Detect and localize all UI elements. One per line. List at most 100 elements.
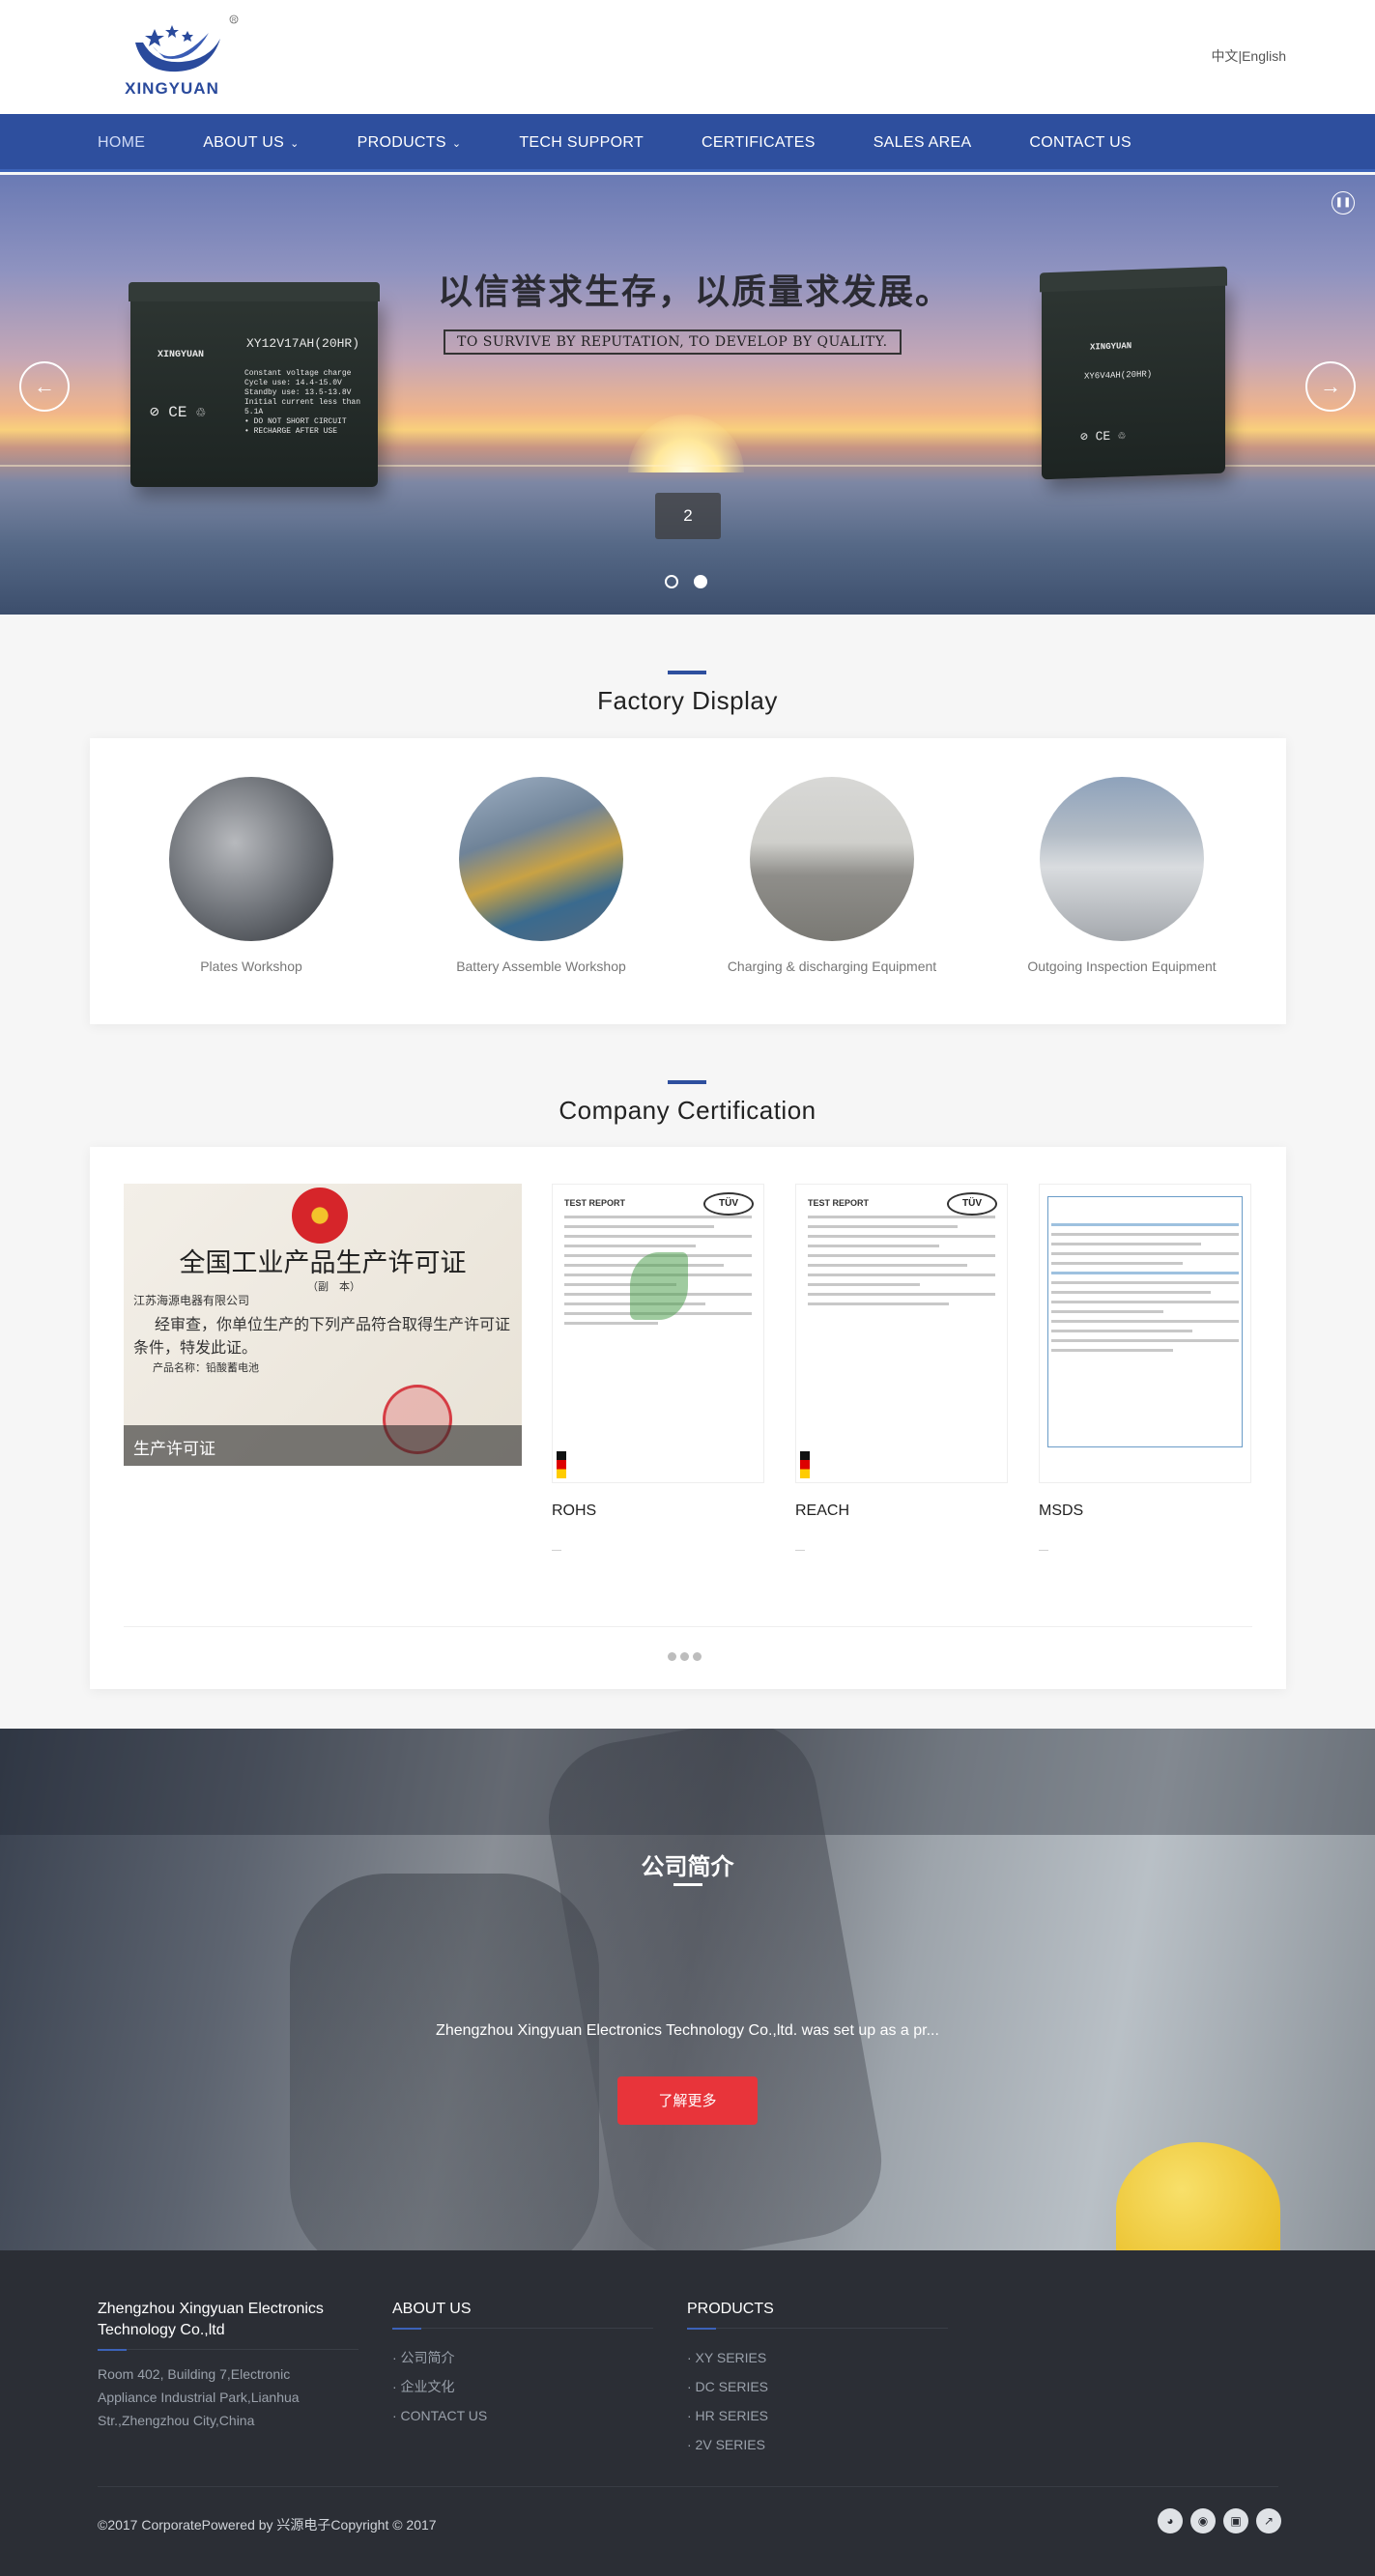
pagination-dot[interactable]: [680, 1652, 689, 1661]
nav-item-products[interactable]: PRODUCTS ⌄: [358, 134, 462, 152]
lang-chinese[interactable]: 中文: [1211, 48, 1238, 64]
battery-model: XY12V17AH(20HR): [246, 336, 360, 351]
qq-icon[interactable]: ◕: [1158, 2508, 1183, 2533]
footer-company-column: Zhengzhou Xingyuan Electronics Technolog…: [98, 2299, 358, 2432]
arrow-right-icon[interactable]: →: [1305, 361, 1356, 412]
factory-photo: [459, 777, 623, 941]
sunset-image: [628, 415, 744, 472]
factory-item[interactable]: Plates Workshop: [126, 777, 377, 974]
weibo-icon[interactable]: ◉: [1190, 2508, 1216, 2533]
banner-slogan: 以信誉求生存，以质量求发展。: [438, 272, 953, 312]
battery-brand: XINGYUAN: [158, 350, 205, 360]
battery-spec-line: Standby use: 13.5-13.8V: [244, 388, 352, 397]
nav-item-certificates[interactable]: CERTIFICATES: [702, 134, 816, 152]
doc-heading: TEST REPORT: [564, 1198, 626, 1208]
certification-card: 全国工业产品生产许可证 （副 本） 江苏海源电器有限公司 经审查，你单位生产的下…: [90, 1147, 1286, 1689]
leaf-icon: [630, 1252, 688, 1320]
footer-divider: [98, 2486, 1278, 2487]
certificate-line: 条件，特发此证。: [133, 1338, 258, 1357]
certificate-thumbnail-reach[interactable]: TÜV TEST REPORT: [795, 1184, 1008, 1483]
certificate-thumbnail-msds[interactable]: [1039, 1184, 1251, 1483]
battery-brand: XINGYUAN: [1090, 341, 1132, 353]
battery-spec-line: Cycle use: 14.4-15.0V: [244, 379, 342, 387]
about-summary: Zhengzhou Xingyuan Electronics Technolog…: [436, 2022, 939, 2039]
nav-item-sales-area[interactable]: SALES AREA: [874, 134, 972, 152]
pause-icon[interactable]: ❚❚: [1332, 191, 1355, 215]
factory-item[interactable]: Battery Assemble Workshop: [415, 777, 667, 974]
doc-text-lines: [808, 1216, 995, 1312]
about-title: 公司简介: [641, 1853, 734, 1880]
footer-link[interactable]: · DC SERIES: [687, 2372, 774, 2401]
main-nav: HOME ABOUT US ⌄ PRODUCTS ⌄ TECH SUPPORT CE…: [0, 114, 1375, 172]
tuv-logo-icon: TÜV: [947, 1192, 997, 1216]
social-links: ◕ ◉ ▣ ↗: [1158, 2508, 1289, 2533]
ce-mark-icon: ⊘ CE ♲: [1080, 428, 1126, 444]
certificate-line: 产品名称：铅酸蓄电池: [153, 1361, 259, 1374]
language-switcher: 中文|English: [1211, 46, 1286, 66]
footer-link[interactable]: · 公司简介: [392, 2343, 487, 2372]
featured-certificate[interactable]: 全国工业产品生产许可证 （副 本） 江苏海源电器有限公司 经审查，你单位生产的下…: [124, 1184, 522, 1466]
nav-item-tech-support[interactable]: TECH SUPPORT: [519, 134, 644, 152]
footer-link[interactable]: · 2V SERIES: [687, 2430, 774, 2459]
certificate-name[interactable]: REACH: [795, 1503, 849, 1520]
footer-link[interactable]: · HR SERIES: [687, 2401, 774, 2430]
nav-label: ABOUT US: [203, 134, 285, 151]
certificate-name[interactable]: ROHS: [552, 1503, 596, 1520]
pagination-dot[interactable]: [693, 1652, 702, 1661]
certificate-pagination: [668, 1652, 705, 1661]
svg-text:R: R: [232, 18, 237, 24]
certificate-name[interactable]: MSDS: [1039, 1503, 1083, 1520]
hero-banner: XINGYUAN XY12V17AH(20HR) ⊘ CE ♲ Constant…: [0, 175, 1375, 615]
factory-item[interactable]: Outgoing Inspection Equipment: [996, 777, 1247, 974]
factory-caption: Battery Assemble Workshop: [456, 959, 626, 974]
national-emblem-icon: [292, 1188, 348, 1244]
german-flag-icon: [800, 1451, 810, 1478]
nav-label: HOME: [98, 134, 146, 151]
factory-item[interactable]: Charging & discharging Equipment: [706, 777, 958, 974]
nav-label: TECH SUPPORT: [519, 134, 645, 151]
learn-more-button[interactable]: 了解更多: [617, 2076, 758, 2125]
nav-item-contact-us[interactable]: CONTACT US: [1029, 134, 1132, 152]
section-title-factory: Factory Display: [597, 686, 778, 715]
logo[interactable]: R XINGYUAN: [114, 14, 242, 102]
carousel-dot[interactable]: [665, 575, 678, 588]
arrow-left-icon[interactable]: ←: [19, 361, 70, 412]
slide-number: 2: [655, 493, 721, 539]
section-accent-bar: [668, 1080, 706, 1084]
nav-label: CERTIFICATES: [702, 134, 816, 151]
certificate-caption: 生产许可证: [124, 1425, 522, 1466]
doc-text-lines: [1051, 1223, 1239, 1359]
certificate-line: 经审查，你单位生产的下列产品符合取得生产许可证: [155, 1315, 511, 1333]
lang-english[interactable]: English: [1242, 48, 1286, 64]
battery-lid: [129, 282, 380, 301]
factory-caption: Plates Workshop: [200, 959, 302, 974]
footer-link[interactable]: · 企业文化: [392, 2372, 487, 2401]
battery-spec-line: • RECHARGE AFTER USE: [244, 427, 338, 436]
renren-icon[interactable]: ▣: [1223, 2508, 1248, 2533]
copyright: ©2017 CorporatePowered by 兴源电子Copyright …: [98, 2517, 437, 2533]
section-accent-bar: [668, 671, 706, 674]
factory-caption: Charging & discharging Equipment: [727, 959, 937, 974]
footer-about-column: ABOUT US · 公司简介 · 企业文化 · CONTACT US: [392, 2299, 653, 2430]
certificate-line: 江苏海源电器有限公司: [133, 1294, 250, 1307]
carousel-dot-active[interactable]: [694, 575, 707, 588]
battery-model: XY6V4AH(20HR): [1084, 369, 1153, 382]
certificate-thumbnail-rohs[interactable]: TÜV TEST REPORT: [552, 1184, 764, 1483]
share-icon[interactable]: ↗: [1256, 2508, 1281, 2533]
pagination-dot[interactable]: [668, 1652, 676, 1661]
footer-heading-products: PRODUCTS: [687, 2301, 774, 2317]
section-title-certification: Company Certification: [559, 1096, 816, 1125]
factory-photo: [1040, 777, 1204, 941]
doc-heading: TEST REPORT: [808, 1198, 870, 1208]
battery-spec-line: • DO NOT SHORT CIRCUIT: [244, 417, 347, 426]
factory-photo: [750, 777, 914, 941]
ce-mark-icon: ⊘ CE ♲: [150, 404, 206, 421]
footer-link[interactable]: · CONTACT US: [392, 2401, 487, 2430]
nav-label: PRODUCTS: [357, 134, 446, 151]
nav-item-home[interactable]: HOME: [98, 134, 145, 152]
footer-link[interactable]: · XY SERIES: [687, 2343, 774, 2372]
hard-hat-image: [1116, 2142, 1280, 2250]
nav-item-about-us[interactable]: ABOUT US ⌄: [203, 134, 299, 152]
factory-card: Plates Workshop Battery Assemble Worksho…: [90, 738, 1286, 1024]
footer-underline: [392, 2328, 653, 2330]
